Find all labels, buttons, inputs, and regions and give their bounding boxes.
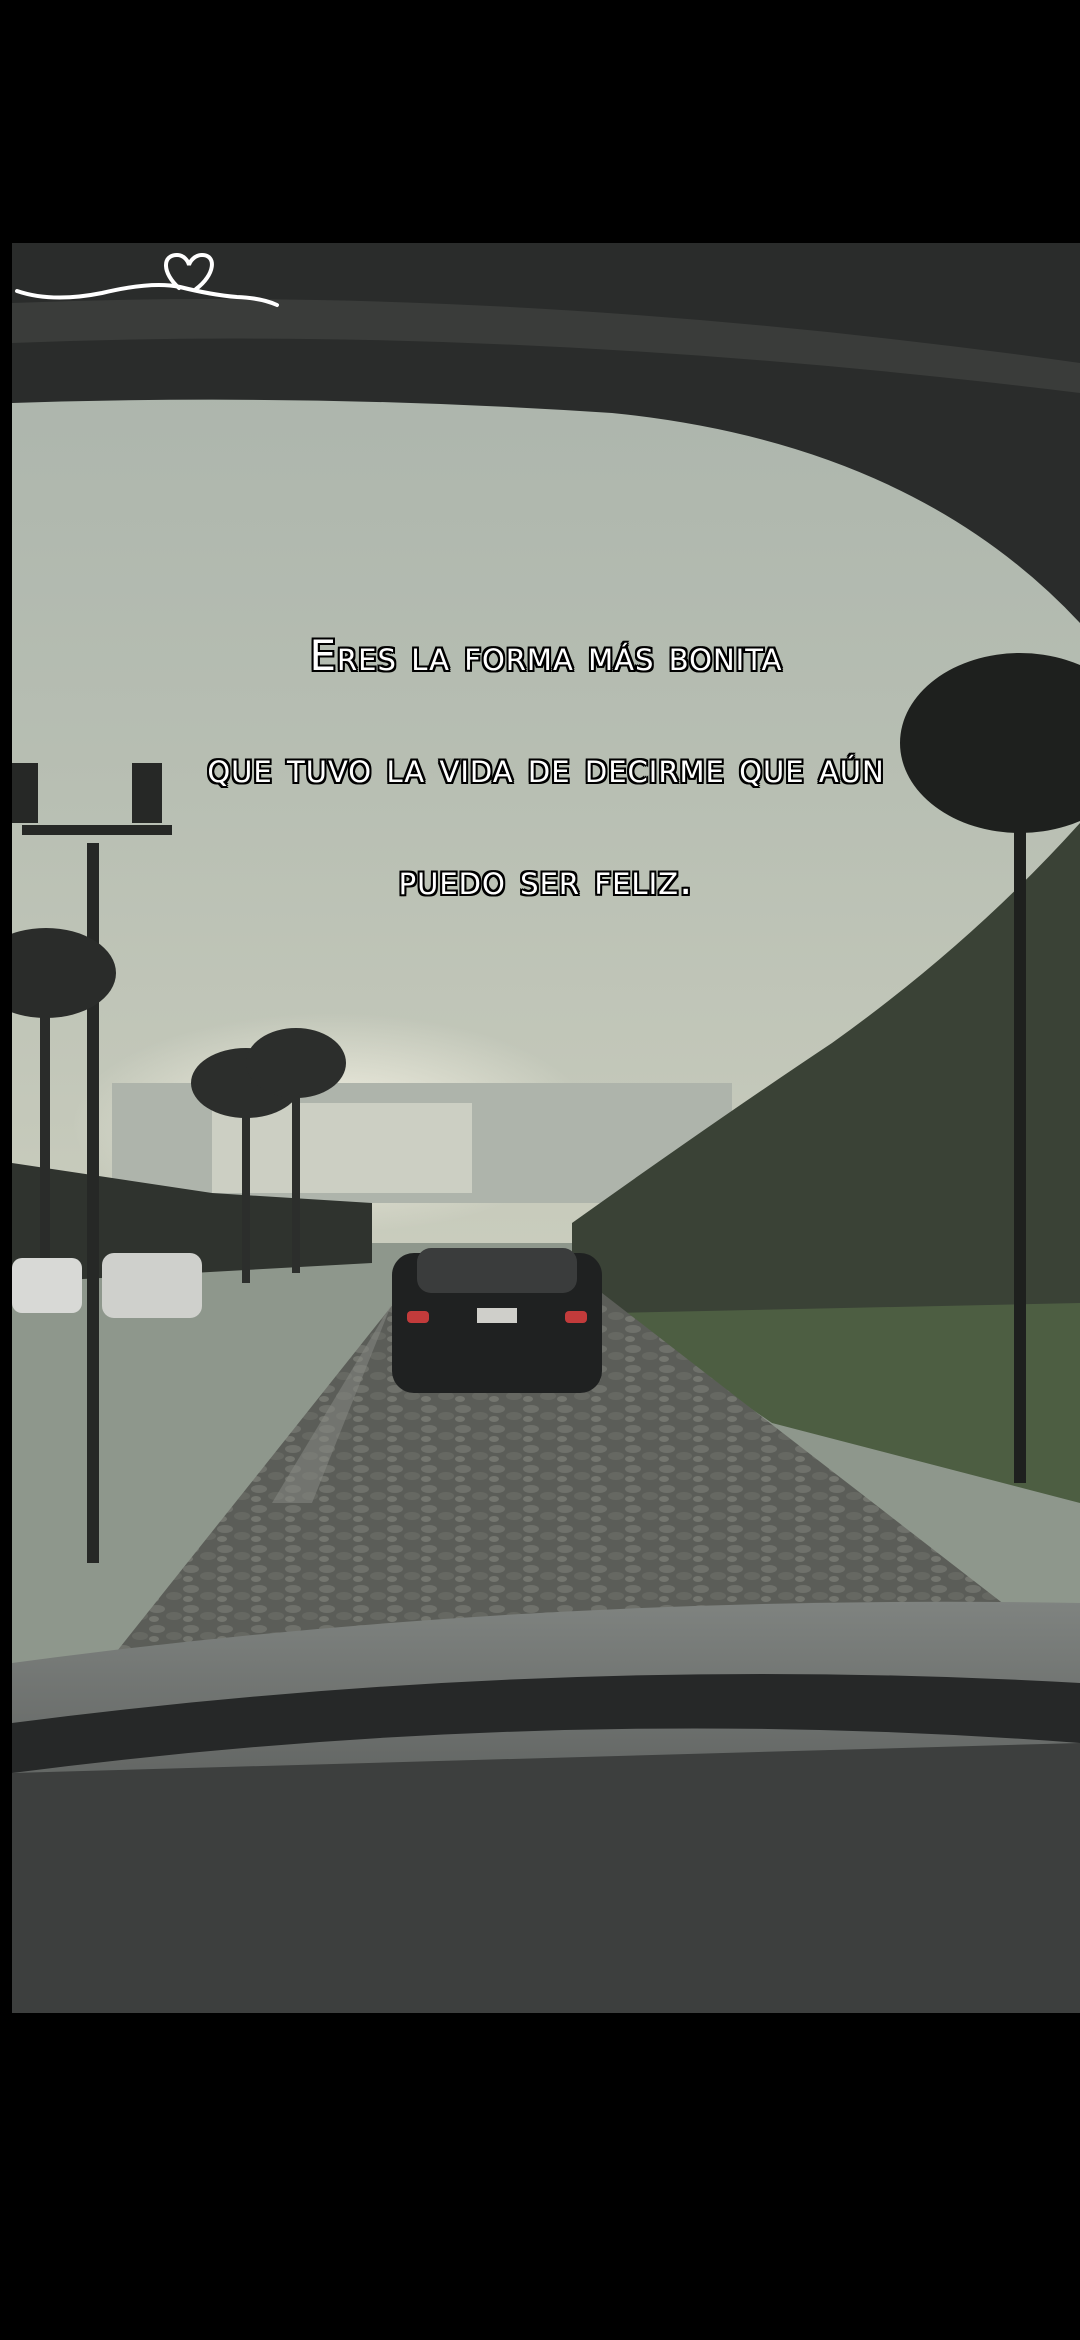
palm-trunk-2	[242, 1093, 250, 1283]
palm-trunk-3	[292, 1073, 300, 1273]
parked-car-1	[12, 1258, 82, 1313]
video-scene	[12, 243, 1080, 2013]
dashboard	[12, 1743, 1080, 2013]
caption-line-2: que tuvo la vida de decirme que aún	[207, 743, 885, 792]
car-ahead-window	[417, 1248, 577, 1293]
brake-light-left	[407, 1311, 429, 1323]
caption-line-1: Eres la forma más bonita	[309, 631, 783, 680]
license-plate	[477, 1308, 517, 1323]
parked-car-2	[102, 1253, 202, 1318]
palm-trunk-1	[40, 983, 50, 1293]
brake-light-right	[565, 1311, 587, 1323]
video-frame[interactable]: Eres la forma más bonita que tuvo la vid…	[12, 243, 1080, 2013]
screen: Eres la forma más bonita que tuvo la vid…	[0, 0, 1080, 2340]
lamp-arm	[22, 825, 172, 835]
caption-line-3: puedo ser feliz.	[398, 855, 694, 904]
palm-crown-3	[246, 1028, 346, 1098]
heart-flourish-icon	[15, 252, 279, 307]
